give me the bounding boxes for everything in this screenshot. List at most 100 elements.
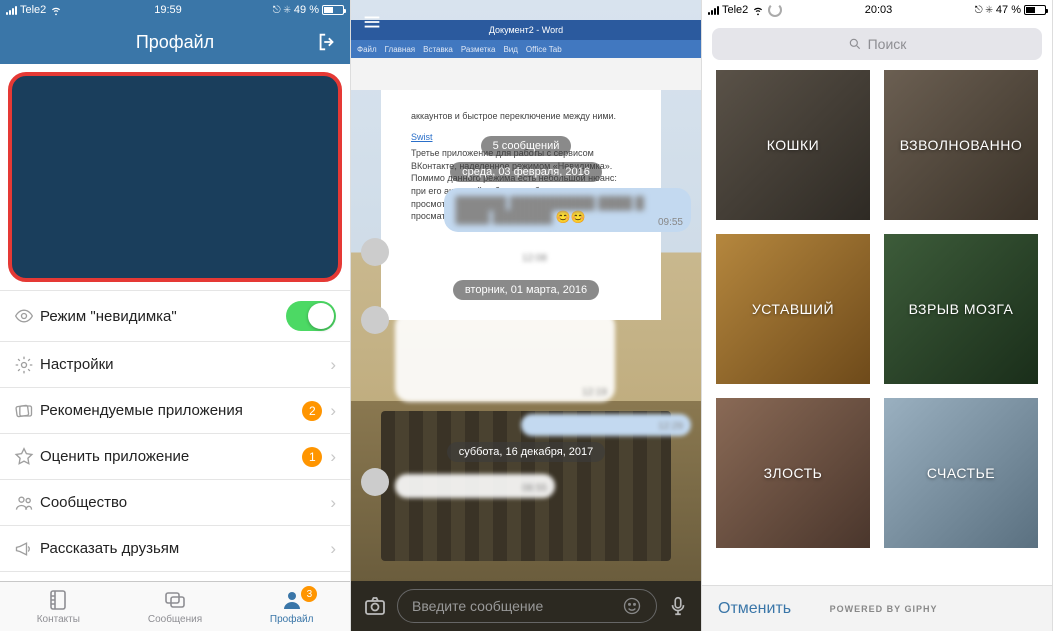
chat-scroll[interactable]: 5 сообщений среда, 03 февраля, 2016 ████… — [351, 40, 701, 581]
tab-label: Профайл — [270, 614, 314, 625]
row-invisible-mode[interactable]: Режим "невидимка" — [0, 291, 350, 342]
row-rate-app[interactable]: Оценить приложение 1 › — [0, 434, 350, 480]
profile-icon — [280, 588, 304, 612]
chevron-right-icon: › — [330, 493, 336, 513]
tab-profile[interactable]: Профайл 3 — [233, 582, 350, 631]
wifi-icon — [49, 3, 63, 17]
chat-topbar — [351, 4, 701, 40]
message-count-pill: 5 сообщений — [481, 136, 572, 156]
avatar[interactable] — [361, 306, 389, 334]
row-label: Сообщество — [40, 494, 330, 511]
search-placeholder: Поиск — [868, 36, 907, 52]
tab-badge: 3 — [301, 586, 317, 602]
tab-bar: Контакты Сообщения Профайл 3 — [0, 581, 350, 631]
search-input[interactable]: Поиск — [712, 28, 1042, 60]
nav-header: Профайл — [0, 20, 350, 64]
row-label: Настройки — [40, 356, 330, 373]
giphy-attribution: POWERED BY GIPHY — [830, 604, 938, 614]
panel-profile: Tele2 19:59 ⎋ ✳ 49 % Профайл Режим "неви… — [0, 0, 351, 631]
tab-contacts[interactable]: Контакты — [0, 582, 117, 631]
menu-icon[interactable] — [361, 11, 385, 33]
message-bubble-outgoing[interactable]: 12:19 — [395, 312, 615, 402]
category-grid: КОШКИ ВЗВОЛНОВАННО УСТАВШИЙ ВЗРЫВ МОЗГА … — [702, 70, 1052, 548]
contacts-icon — [46, 588, 70, 612]
people-icon — [14, 493, 40, 513]
tab-label: Контакты — [37, 614, 80, 625]
message-time: 12:19 — [582, 387, 607, 398]
camera-icon[interactable] — [363, 594, 387, 618]
row-label: Оценить приложение — [40, 448, 302, 465]
input-placeholder: Введите сообщение — [412, 598, 543, 614]
avatar[interactable] — [361, 468, 389, 496]
signal-icon — [6, 6, 17, 15]
battery-icon — [1024, 5, 1046, 15]
bluetooth-icon: ⎋ ✳ — [273, 5, 291, 16]
settings-list: Режим "невидимка" Настройки › Рекомендуе… — [0, 290, 350, 572]
chevron-right-icon: › — [330, 401, 336, 421]
star-icon — [14, 447, 40, 467]
loading-icon — [768, 3, 782, 17]
date-separator: вторник, 01 марта, 2016 — [453, 280, 599, 300]
eye-icon — [14, 306, 40, 326]
microphone-icon[interactable] — [667, 595, 689, 617]
invisible-toggle[interactable] — [286, 301, 336, 331]
row-label: Рассказать друзьям — [40, 540, 330, 557]
page-title: Профайл — [136, 32, 214, 53]
battery-pct: 49 % — [294, 4, 319, 16]
emoji-icon[interactable] — [622, 596, 642, 616]
tile-excited[interactable]: ВЗВОЛНОВАННО — [884, 70, 1038, 220]
wifi-icon — [751, 3, 765, 17]
avatar[interactable] — [361, 238, 389, 266]
status-bar: Tele2 20:03 ⎋ ✳ 47 % — [702, 0, 1052, 20]
bluetooth-icon: ⎋ ✳ — [975, 5, 993, 16]
chat-icon — [163, 588, 187, 612]
badge-count: 1 — [302, 447, 322, 467]
carrier-label: Tele2 — [20, 4, 46, 16]
status-time: 19:59 — [154, 4, 182, 16]
tab-label: Сообщения — [148, 614, 202, 625]
battery-icon — [322, 5, 344, 15]
message-input[interactable]: Введите сообщение — [397, 589, 657, 623]
row-share[interactable]: Рассказать друзьям › — [0, 526, 350, 572]
bottom-bar: Отменить POWERED BY GIPHY — [702, 585, 1052, 631]
message-bubble-incoming[interactable]: ██████ ██████████ ████ █████ ███████ 😊😊 … — [444, 188, 692, 232]
cancel-button[interactable]: Отменить — [718, 600, 791, 618]
tile-cats[interactable]: КОШКИ — [716, 70, 870, 220]
date-separator: суббота, 16 декабря, 2017 — [447, 442, 606, 462]
row-community[interactable]: Сообщество › — [0, 480, 350, 526]
status-time: 20:03 — [865, 4, 893, 16]
message-input-bar: Введите сообщение — [351, 581, 701, 631]
logout-button[interactable] — [316, 31, 338, 53]
date-separator: среда, 03 февраля, 2016 — [450, 162, 602, 182]
tab-messages[interactable]: Сообщения — [117, 582, 234, 631]
row-settings[interactable]: Настройки › — [0, 342, 350, 388]
row-label: Режим "невидимка" — [40, 308, 286, 325]
message-time: 12:08 — [522, 253, 547, 264]
message-bubble-incoming[interactable]: 12:29 — [521, 414, 691, 436]
row-label: Рекомендуемые приложения — [40, 402, 302, 419]
status-bar: Tele2 19:59 ⎋ ✳ 49 % — [0, 0, 350, 20]
message-time: 09:55 — [658, 217, 683, 228]
tile-happy[interactable]: СЧАСТЬЕ — [884, 398, 1038, 548]
message-time: 12:29 — [658, 421, 683, 432]
carrier-label: Tele2 — [722, 4, 748, 16]
chevron-right-icon: › — [330, 355, 336, 375]
badge-count: 2 — [302, 401, 322, 421]
battery-pct: 47 % — [996, 4, 1021, 16]
tile-mindblown[interactable]: ВЗРЫВ МОЗГА — [884, 234, 1038, 384]
search-icon — [848, 37, 862, 51]
message-bubble-outgoing[interactable]: 12:08 — [395, 244, 555, 268]
message-bubble-outgoing[interactable]: 08:55 — [395, 474, 555, 498]
panel-chat: Документ2 - Word Файл Главная Вставка Ра… — [351, 0, 702, 631]
profile-card-highlight[interactable] — [8, 72, 342, 282]
gear-icon — [14, 355, 40, 375]
chevron-right-icon: › — [330, 447, 336, 467]
chevron-right-icon: › — [330, 539, 336, 559]
message-time: 08:55 — [522, 483, 547, 494]
signal-icon — [708, 6, 719, 15]
tile-tired[interactable]: УСТАВШИЙ — [716, 234, 870, 384]
panel-giphy: Tele2 20:03 ⎋ ✳ 47 % Поиск КОШКИ ВЗВОЛНО… — [702, 0, 1053, 631]
row-recommended-apps[interactable]: Рекомендуемые приложения 2 › — [0, 388, 350, 434]
tile-anger[interactable]: ЗЛОСТЬ — [716, 398, 870, 548]
cards-icon — [14, 401, 40, 421]
